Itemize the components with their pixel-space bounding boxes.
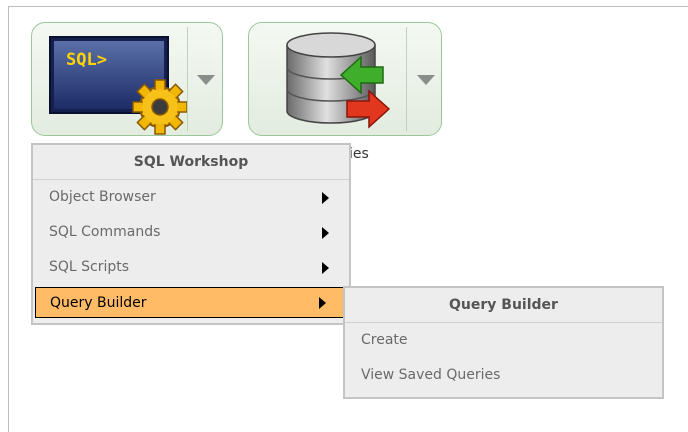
chevron-down-icon[interactable]	[197, 75, 215, 85]
submenu-item-label: Create	[361, 332, 408, 348]
tile-divider	[187, 27, 188, 131]
menu-item-label: SQL Scripts	[49, 259, 130, 275]
submenu-arrow-icon	[322, 191, 329, 204]
database-transfer-icon	[286, 32, 391, 129]
submenu-arrow-icon	[322, 261, 329, 274]
menu-item-query-builder[interactable]: Query Builder	[35, 287, 347, 318]
menu-item-label: SQL Commands	[49, 224, 161, 240]
submenu-item-create[interactable]: Create	[345, 323, 662, 358]
utilities-icon-area[interactable]	[249, 23, 404, 135]
utilities-tile[interactable]	[248, 22, 442, 136]
chevron-down-icon[interactable]	[417, 75, 435, 85]
menu-item-label: Object Browser	[49, 189, 156, 205]
sql-workshop-icon-area[interactable]: SQL>	[32, 23, 188, 135]
tile-caption: ies	[349, 146, 369, 162]
menu-item-sql-scripts[interactable]: SQL Scripts	[33, 250, 349, 285]
sql-workshop-menu: SQL Workshop Object Browser SQL Commands…	[31, 143, 351, 325]
sql-prompt-gear-icon: SQL>	[49, 36, 188, 135]
menu-title: SQL Workshop	[33, 145, 349, 180]
submenu-arrow-icon	[322, 226, 329, 239]
tile-divider	[406, 27, 407, 131]
menu-item-sql-commands[interactable]: SQL Commands	[33, 215, 349, 250]
submenu-title: Query Builder	[345, 288, 662, 323]
query-builder-submenu: Query Builder Create View Saved Queries	[343, 286, 664, 399]
menu-item-label: Query Builder	[50, 295, 147, 311]
submenu-arrow-icon	[319, 296, 326, 309]
sql-workshop-tile[interactable]: SQL>	[31, 22, 223, 136]
submenu-item-view-saved-queries[interactable]: View Saved Queries	[345, 358, 662, 393]
sql-icon-text: SQL>	[66, 50, 107, 70]
menu-item-object-browser[interactable]: Object Browser	[33, 180, 349, 215]
submenu-item-label: View Saved Queries	[361, 367, 501, 383]
